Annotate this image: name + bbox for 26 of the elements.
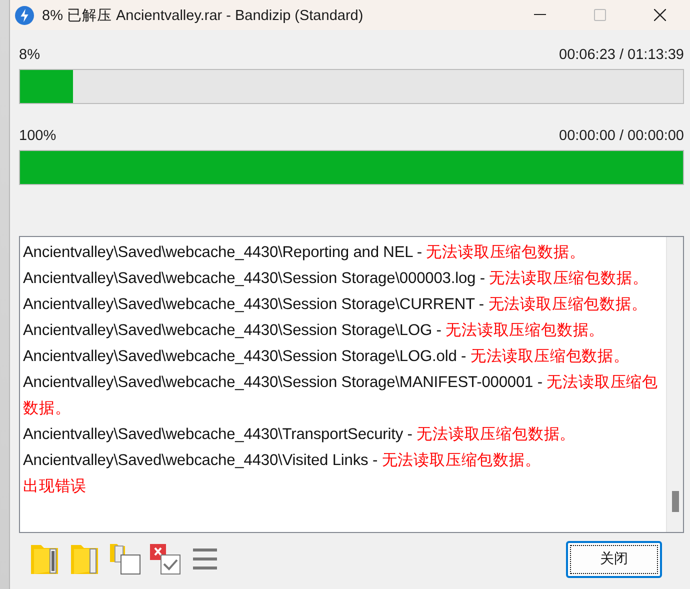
- cross-check-icon: [149, 543, 181, 575]
- log-entry: Ancientvalley\Saved\webcache_4430\Session Storage\LOG - 无法读取压缩包数据。: [23, 321, 606, 341]
- log-entry: Ancientvalley\Saved\webcache_4430\TransportSecurity - 无法读取压缩包数据。: [23, 425, 577, 445]
- elapsed-time: 00:00:00 / 00:00:00: [559, 128, 684, 144]
- menu-icon: [193, 548, 217, 570]
- folder-copy-icon: [109, 543, 141, 575]
- folder-icon: [70, 543, 100, 575]
- progress-percent: 100%: [19, 128, 56, 144]
- log-entry: Ancientvalley\Saved\webcache_4430\Visited Links - 无法读取压缩包数据。: [23, 451, 542, 471]
- zip-folder-icon: [30, 543, 60, 575]
- maximize-icon: [594, 9, 606, 21]
- elapsed-time: 00:06:23 / 01:13:39: [559, 47, 684, 63]
- scrollbar-thumb[interactable]: [672, 491, 678, 512]
- log-entry: Ancientvalley\Saved\webcache_4430\Session Storage\000003.log - 无法读取压缩包数据。: [23, 269, 650, 289]
- app-icon: [15, 6, 34, 24]
- progress-percent: 8%: [19, 47, 40, 63]
- window-title: 8% 已解压 Ancientvalley.rar - Bandizip (Standard): [42, 6, 364, 24]
- log-entry: Ancientvalley\Saved\webcache_4430\Session Storage\MANIFEST-000001 - 无法读取压缩包数据。: [23, 373, 658, 419]
- log-entry: Ancientvalley\Saved\webcache_4430\Reporting and NEL - 无法读取压缩包数据。: [23, 243, 586, 263]
- log-entry: Ancientvalley\Saved\webcache_4430\Session Storage\LOG.old - 无法读取压缩包数据。: [23, 347, 630, 367]
- minimize-icon: [534, 14, 546, 16]
- error-summary: 出现错误: [23, 477, 88, 497]
- scrollbar[interactable]: [666, 237, 683, 532]
- log-entry: Ancientvalley\Saved\webcache_4430\Session Storage\CURRENT - 无法读取压缩包数据。: [23, 295, 648, 315]
- close-icon: [654, 9, 666, 21]
- close-button[interactable]: 关闭: [566, 540, 662, 578]
